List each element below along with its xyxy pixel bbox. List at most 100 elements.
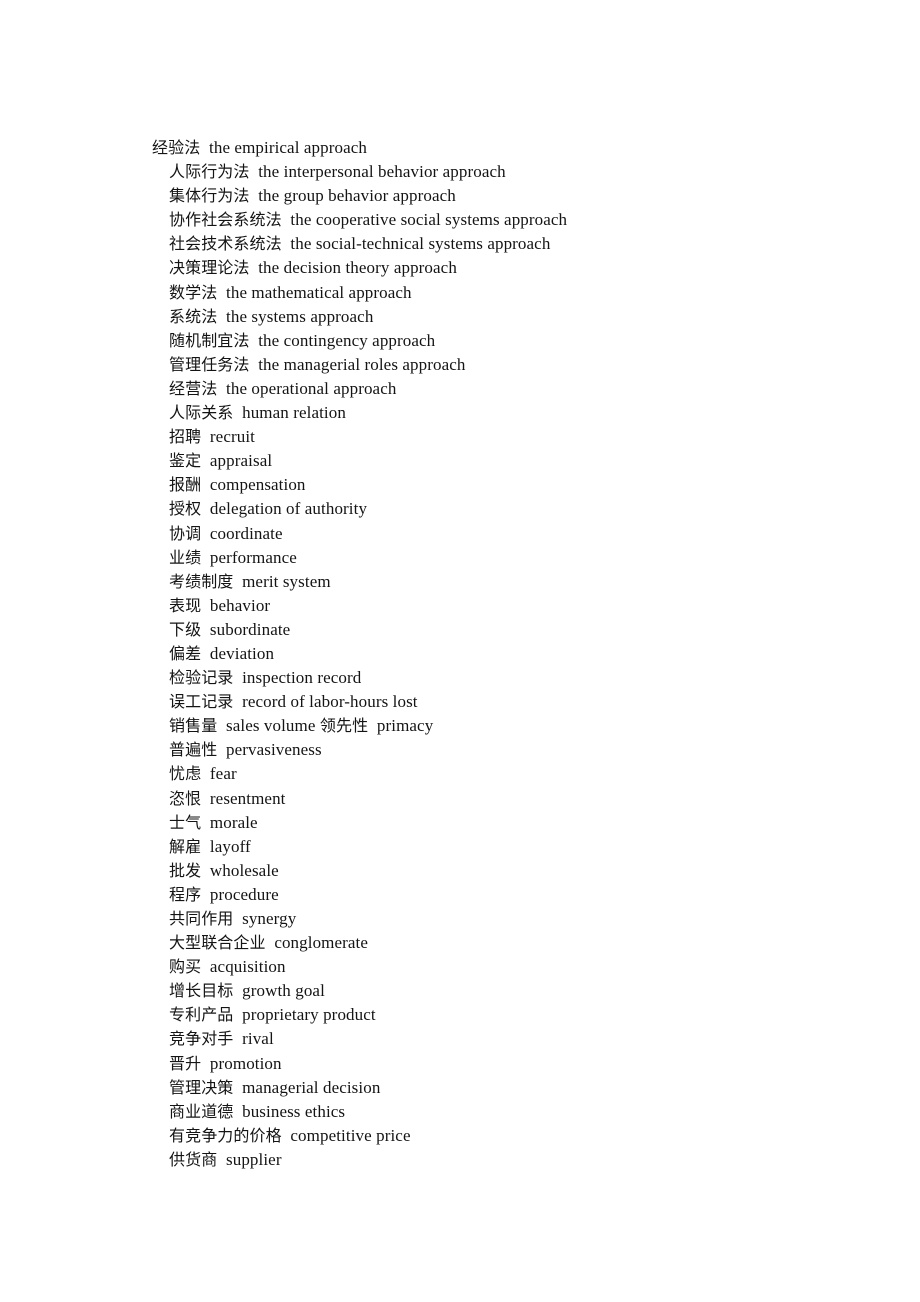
glossary-term: 误工记录 — [169, 692, 234, 712]
glossary-separator — [201, 1054, 210, 1073]
glossary-entry: 恣恨 resentment — [169, 787, 852, 811]
glossary-separator — [201, 813, 210, 832]
glossary-separator — [217, 716, 226, 735]
glossary-gloss: fear — [209, 764, 237, 784]
glossary-gloss: performance — [209, 547, 297, 567]
glossary-gloss: promotion — [209, 1053, 282, 1073]
glossary-entry: 集体行为法 the group behavior approach — [169, 184, 852, 208]
glossary-separator — [233, 692, 242, 711]
glossary-separator — [217, 740, 226, 759]
glossary-gloss: conglomerate — [274, 933, 369, 953]
glossary-term: 系统法 — [169, 306, 218, 326]
glossary-term: 程序 — [169, 884, 202, 904]
glossary-separator — [201, 596, 210, 615]
glossary-gloss: the operational approach — [226, 378, 397, 398]
glossary-gloss: morale — [209, 812, 258, 832]
glossary-entry: 专利产品 proprietary product — [169, 1003, 852, 1027]
glossary-entry: 业绩 performance — [169, 546, 852, 570]
glossary-gloss: the empirical approach — [209, 138, 367, 157]
glossary-gloss: growth goal — [242, 981, 325, 1001]
glossary-gloss: rival — [242, 1029, 274, 1049]
glossary-separator — [201, 644, 210, 663]
glossary-term: 集体行为法 — [169, 186, 250, 206]
glossary-gloss: competitive price — [290, 1125, 411, 1145]
glossary-separator — [201, 837, 210, 856]
glossary-term: 商业道德 — [169, 1101, 234, 1121]
glossary-separator — [217, 1150, 226, 1169]
glossary-entry: 忧虑 fear — [169, 762, 852, 786]
glossary-separator — [250, 186, 259, 205]
glossary-separator — [201, 957, 210, 976]
glossary-entry: 误工记录 record of labor-hours lost — [169, 690, 852, 714]
glossary-entry: 管理决策 managerial decision — [169, 1076, 852, 1100]
glossary-separator — [201, 620, 210, 639]
glossary-entry: 检验记录 inspection record — [169, 666, 852, 690]
glossary-entry: 共同作用 synergy — [169, 907, 852, 931]
glossary-term: 检验记录 — [169, 668, 234, 688]
glossary-entry: 士气 morale — [169, 811, 852, 835]
glossary-entry: 销售量 sales volume 领先性 primacy — [169, 714, 852, 738]
glossary-separator — [233, 909, 242, 928]
glossary-gloss: compensation — [209, 475, 306, 495]
glossary-entry: 增长目标 growth goal — [169, 979, 852, 1003]
glossary-gloss: appraisal — [209, 451, 273, 471]
glossary-entry: 数学法 the mathematical approach — [169, 281, 852, 305]
glossary-separator — [201, 451, 210, 470]
glossary-separator — [250, 162, 259, 181]
glossary-gloss: managerial decision — [242, 1077, 381, 1097]
glossary-gloss: procedure — [209, 884, 279, 904]
glossary-term: 竞争对手 — [169, 1029, 234, 1049]
glossary-separator — [217, 307, 226, 326]
glossary-separator — [201, 475, 210, 494]
glossary-term: 人际关系 — [169, 403, 234, 423]
glossary-gloss: inspection record — [242, 668, 362, 688]
glossary-term: 偏差 — [169, 643, 202, 663]
glossary-gloss: behavior — [209, 595, 271, 615]
glossary-gloss: sales volume — [226, 716, 316, 736]
glossary-entry: 招聘 recruit — [169, 425, 852, 449]
glossary-gloss: the mathematical approach — [226, 282, 412, 302]
glossary-separator — [233, 1102, 242, 1121]
glossary-term: 普遍性 — [169, 740, 218, 760]
glossary-term: 士气 — [169, 812, 202, 832]
glossary-gloss: acquisition — [209, 957, 286, 977]
glossary-term: 下级 — [169, 619, 202, 639]
glossary-term-secondary: 领先性 — [319, 716, 369, 736]
glossary-term: 经验法 — [152, 138, 201, 157]
glossary-gloss: proprietary product — [242, 1005, 376, 1025]
glossary-separator — [201, 524, 210, 543]
glossary-gloss: deviation — [209, 643, 275, 663]
glossary-term: 人际行为法 — [169, 162, 250, 182]
glossary-separator — [201, 789, 210, 808]
glossary-gloss: human relation — [242, 403, 346, 423]
glossary-entry: 经验法 the empirical approach — [152, 136, 852, 160]
glossary-entry: 商业道德 business ethics — [169, 1100, 852, 1124]
glossary-entry: 下级 subordinate — [169, 618, 852, 642]
glossary-term: 随机制宜法 — [169, 330, 250, 350]
glossary-gloss: layoff — [209, 836, 251, 856]
glossary-term: 协调 — [169, 523, 202, 543]
glossary-term: 购买 — [169, 957, 202, 977]
glossary-separator — [233, 403, 242, 422]
glossary-term: 管理任务法 — [169, 354, 250, 374]
glossary-term: 恣恨 — [169, 788, 202, 808]
glossary-gloss: resentment — [209, 788, 286, 808]
glossary-entry: 协调 coordinate — [169, 522, 852, 546]
glossary-term: 社会技术系统法 — [169, 234, 282, 254]
glossary-entry: 程序 procedure — [169, 883, 852, 907]
glossary-separator — [250, 258, 259, 277]
glossary-entry: 系统法 the systems approach — [169, 305, 852, 329]
glossary-term: 销售量 — [169, 716, 218, 736]
glossary-entry: 表现 behavior — [169, 594, 852, 618]
glossary-separator — [233, 1078, 242, 1097]
glossary-term: 表现 — [169, 595, 202, 615]
glossary-separator — [266, 933, 275, 952]
glossary-separator — [368, 716, 377, 735]
glossary-term: 考绩制度 — [169, 571, 234, 591]
glossary-entry: 批发 wholesale — [169, 859, 852, 883]
glossary-term: 决策理论法 — [169, 258, 250, 278]
glossary-gloss: the managerial roles approach — [258, 354, 466, 374]
glossary-entry: 管理任务法 the managerial roles approach — [169, 353, 852, 377]
glossary-gloss: business ethics — [242, 1101, 346, 1121]
glossary-gloss: record of labor-hours lost — [242, 692, 418, 712]
